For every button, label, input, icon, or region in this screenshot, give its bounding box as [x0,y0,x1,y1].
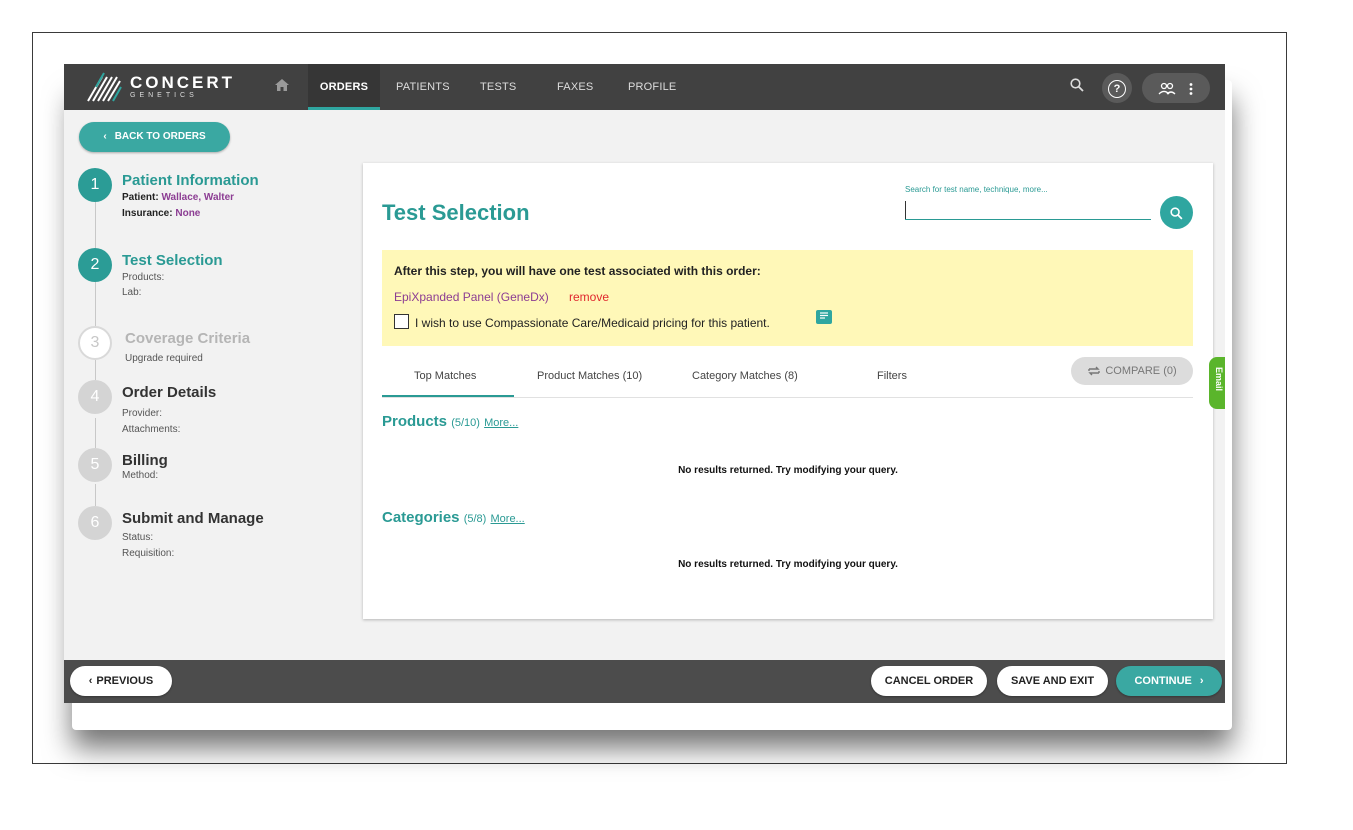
previous-label: PREVIOUS [96,675,154,687]
selection-notice: After this step, you will have one test … [382,250,1193,346]
step-provider-line: Provider: [122,408,163,419]
step-patient-line: Patient: Wallace, Walter [122,192,235,203]
step-number: 2 [78,248,112,282]
search-label: Search for test name, technique, more... [905,185,1048,194]
logo-text: CONCERT GENETICS [130,74,235,100]
compare-button[interactable]: COMPARE (0) [1071,357,1193,385]
nav-tab-profile[interactable]: PROFILE [628,64,676,110]
comment-icon[interactable] [816,310,832,324]
save-and-exit-button[interactable]: SAVE AND EXIT [997,666,1108,696]
step-lab-line: Lab: [122,287,142,298]
step-title: Test Selection [122,252,223,269]
footer-bar: ‹ PREVIOUS CANCEL ORDER SAVE AND EXIT CON… [64,660,1225,703]
help-icon: ? [1108,80,1126,98]
stepper-connector [95,282,96,326]
step-title: Submit and Manage [122,510,264,527]
logo-mark-icon [87,72,122,102]
tab-filters[interactable]: Filters [877,370,907,382]
compassionate-care-label[interactable]: I wish to use Compassionate Care/Medicai… [415,316,770,330]
chevron-left-icon: ‹ [88,675,93,687]
search-icon [1170,207,1183,220]
users-icon [1158,82,1176,95]
tab-product-matches[interactable]: Product Matches (10) [537,370,642,382]
email-side-tab[interactable]: Email [1209,357,1225,409]
step-title: Coverage Criteria [125,330,251,347]
stepper-connector [95,484,96,506]
categories-section-title: Categories (5/8) More... [382,509,525,526]
products-more-link[interactable]: More... [484,417,518,429]
nav-tab-faxes[interactable]: FAXES [557,64,593,110]
products-empty-message: No results returned. Try modifying your … [678,465,898,476]
previous-button[interactable]: ‹ PREVIOUS [70,666,172,696]
continue-label: CONTINUE [1134,675,1192,687]
compare-label: COMPARE (0) [1105,365,1177,377]
step-title: Patient Information [122,172,259,189]
help-button[interactable]: ? [1102,73,1132,103]
search-button[interactable] [1160,196,1193,229]
chevron-right-icon: › [1199,675,1204,687]
stepper-connector [95,418,96,448]
tab-top-matches[interactable]: Top Matches [414,370,476,382]
nav-tab-patients[interactable]: PATIENTS [396,64,450,110]
nav-tab-tests[interactable]: TESTS [480,64,516,110]
step-number: 3 [78,326,112,360]
user-menu-button[interactable] [1142,73,1210,103]
stepper-connector [95,202,96,248]
step-number: 4 [78,380,112,414]
step-requisition-line: Requisition: [122,548,175,559]
logo-sub: GENETICS [130,92,198,99]
back-to-orders-button[interactable]: ‹ BACK TO ORDERS [79,122,230,152]
step-number: 5 [78,448,112,482]
search-icon[interactable] [1070,78,1084,97]
step-status-line: Status: [122,532,154,543]
tabs-divider [382,397,1193,398]
top-nav: CONCERT GENETICS ORDERS PATIENTS TESTS F… [64,64,1225,110]
page-title: Test Selection [382,200,530,225]
remove-product-link[interactable]: remove [569,290,609,304]
logo-name: CONCERT [130,73,236,92]
step-title: Order Details [122,384,217,401]
step-insurance-line: Insurance: None [122,208,201,219]
back-to-orders-label: BACK TO ORDERS [114,131,206,142]
compassionate-care-checkbox[interactable] [394,314,409,329]
chevron-left-icon: ‹ [103,131,107,142]
categories-more-link[interactable]: More... [491,513,525,525]
test-selection-card: Test Selection Search for test name, tec… [363,163,1213,619]
step-number: 6 [78,506,112,540]
stepper-connector [95,360,96,380]
home-icon[interactable] [274,77,290,98]
step-products-line: Products: [122,272,165,283]
test-search-input[interactable] [905,201,1156,219]
step-number: 1 [78,168,112,202]
cancel-order-button[interactable]: CANCEL ORDER [871,666,987,696]
step-upgrade-line: Upgrade required [125,353,203,364]
order-stepper: 1 Patient Information Patient: Wallace, … [78,168,338,588]
search-underline [905,219,1151,220]
tab-category-matches[interactable]: Category Matches (8) [692,370,798,382]
step-method-line: Method: [122,470,159,481]
swap-icon [1088,366,1101,376]
notice-heading: After this step, you will have one test … [394,264,761,278]
continue-button[interactable]: CONTINUE › [1116,666,1222,696]
selected-product[interactable]: EpiXpanded Panel (GeneDx) [394,290,549,304]
active-tab-indicator [382,395,514,397]
more-vert-icon [1189,82,1193,95]
nav-tab-orders[interactable]: ORDERS [308,64,380,110]
logo[interactable]: CONCERT GENETICS [86,70,235,104]
categories-empty-message: No results returned. Try modifying your … [678,559,898,570]
app-window: CONCERT GENETICS ORDERS PATIENTS TESTS F… [64,64,1225,703]
step-title: Billing [122,452,168,469]
step-attachments-line: Attachments: [122,424,181,435]
products-section-title: Products (5/10) More... [382,413,519,430]
